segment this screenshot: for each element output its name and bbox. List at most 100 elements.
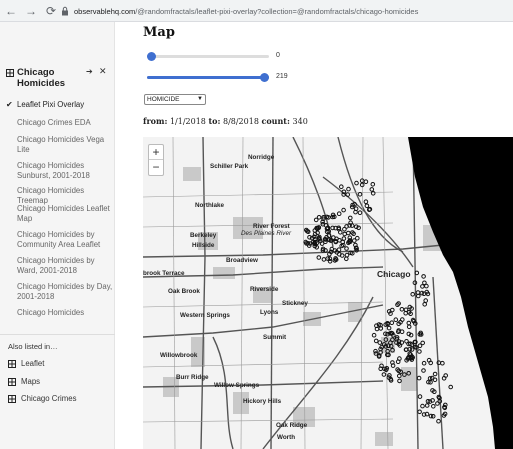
homicide-marker: [416, 375, 422, 381]
sidebar-item-vega-lite[interactable]: Chicago Homicides Vega Lite: [17, 135, 113, 155]
start-day-slider[interactable]: [147, 51, 269, 61]
chevron-down-icon: ▼: [197, 96, 203, 102]
stats-line: from: 1/1/2018 to: 8/8/2018 count: 340: [143, 116, 308, 126]
reload-icon[interactable]: ⟳: [42, 2, 60, 20]
map-label: Northlake: [195, 202, 225, 209]
sidebar-item-crimes-eda[interactable]: Chicago Crimes EDA: [17, 118, 113, 128]
homicide-marker: [363, 199, 369, 204]
map-label: brook Terrace: [143, 270, 185, 277]
homicide-marker: [346, 186, 351, 192]
map-label: Willowbrook: [160, 352, 198, 359]
url-host: observablehq.com: [74, 6, 136, 16]
zoom-control: + −: [148, 144, 164, 176]
zoom-in-button[interactable]: +: [149, 145, 163, 160]
homicide-marker: [341, 236, 347, 241]
collection-grid-icon: [8, 359, 16, 368]
homicide-marker: [417, 394, 423, 399]
collection-label: Maps: [21, 377, 41, 386]
homicide-marker: [359, 182, 365, 188]
to-value: 8/8/2018: [222, 117, 259, 126]
slider-thumb[interactable]: [260, 73, 269, 82]
forward-icon[interactable]: →: [22, 2, 40, 20]
sidebar-item-leaflet-pixi-overlay[interactable]: ✔ Leaflet Pixi Overlay: [6, 100, 113, 110]
homicide-marker: [431, 404, 436, 409]
sidebar-item-chicago-homicides[interactable]: Chicago Homicides: [17, 308, 113, 318]
collection-link-chicago-crimes[interactable]: Chicago Crimes: [8, 394, 76, 403]
sidebar-item-by-ward[interactable]: Chicago Homicides by Ward, 2001-2018: [17, 256, 113, 276]
homicide-marker: [393, 317, 399, 322]
map-label: Norridge: [248, 154, 275, 161]
map-label: Broadview: [226, 257, 258, 264]
sidebar-divider: [0, 334, 115, 335]
homicide-marker: [399, 329, 405, 334]
homicide-marker: [336, 247, 342, 252]
sidebar-item-community-area[interactable]: Chicago Homicides by Community Area Leaf…: [17, 230, 113, 250]
homicide-marker: [436, 418, 441, 424]
close-icon[interactable]: ✕: [99, 66, 107, 77]
count-value: 340: [292, 117, 308, 126]
homicide-marker: [373, 348, 378, 354]
homicide-marker: [420, 403, 425, 409]
homicide-marker: [348, 215, 353, 221]
homicide-marker: [432, 371, 438, 377]
map-label: Schiller Park: [210, 163, 249, 170]
homicide-marker: [354, 180, 359, 186]
homicide-marker: [423, 298, 429, 303]
homicide-marker: [417, 349, 422, 354]
collection-label: Leaflet: [21, 359, 45, 368]
sidebar-item-label: Chicago Homicides Sunburst, 2001-2018: [17, 161, 90, 180]
homicide-marker: [338, 230, 343, 235]
homicide-marker: [357, 210, 363, 215]
map-label: Oak Brook: [168, 288, 200, 295]
homicide-marker: [396, 373, 402, 379]
homicide-marker: [406, 320, 412, 326]
homicide-marker: [448, 384, 454, 390]
sidebar-item-by-day[interactable]: Chicago Homicides by Day, 2001-2018: [17, 282, 113, 302]
homicide-marker: [424, 403, 430, 408]
from-label: from:: [143, 116, 168, 126]
from-value: 1/1/2018: [169, 117, 206, 126]
homicide-marker: [370, 191, 376, 196]
map-label: Riverside: [250, 286, 279, 293]
select-value: HOMICIDE: [147, 96, 180, 103]
browser-toolbar: ← → ⟳ observablehq.com/@randomfractals/l…: [0, 0, 513, 22]
map-label: Hillside: [192, 242, 215, 249]
homicide-marker: [421, 274, 426, 279]
homicide-marker: [346, 230, 351, 236]
homicide-marker: [352, 238, 357, 243]
homicide-marker: [421, 368, 426, 373]
leaflet-map[interactable]: + − Norridge Schiller Park Northlake Riv…: [143, 137, 513, 449]
homicide-marker: [313, 217, 319, 223]
count-label: count:: [261, 116, 290, 126]
sidebar-item-label: Chicago Crimes EDA: [17, 118, 91, 127]
collection-link-leaflet[interactable]: Leaflet: [8, 359, 44, 368]
collection-link-maps[interactable]: Maps: [8, 377, 40, 386]
homicide-marker: [389, 320, 395, 325]
sidebar-item-label: Chicago Homicides: [17, 308, 85, 317]
slider-thumb[interactable]: [147, 52, 156, 61]
back-icon[interactable]: ←: [2, 2, 20, 20]
end-day-value: 219: [276, 73, 288, 80]
crime-type-select[interactable]: HOMICIDE ▼: [144, 94, 206, 105]
homicide-marker: [399, 307, 405, 312]
sidebar-item-treemap[interactable]: Chicago Homicides Treemap: [17, 186, 113, 206]
homicide-marker: [344, 256, 349, 262]
map-label: Oak Ridge: [276, 422, 308, 429]
homicide-marker: [390, 307, 395, 313]
sidebar-item-label: Chicago Homicides Leaflet Map: [17, 204, 110, 223]
end-day-slider[interactable]: [147, 72, 269, 82]
sidebar-item-leaflet-map[interactable]: Chicago Homicides Leaflet Map: [17, 204, 113, 224]
url-path: /@randomfractals/leaflet-pixi-overlay?co…: [135, 6, 419, 16]
homicide-marker: [370, 182, 376, 187]
zoom-out-button[interactable]: −: [149, 160, 163, 175]
pin-sidebar-icon[interactable]: ➔: [86, 67, 93, 76]
address-bar[interactable]: observablehq.com/@randomfractals/leaflet…: [60, 3, 513, 19]
map-label: Berkeley: [190, 232, 217, 239]
slider-track: [147, 55, 269, 58]
map-label: Lyons: [260, 309, 279, 316]
sidebar-item-label: Chicago Homicides Vega Lite: [17, 135, 105, 154]
sidebar-item-sunburst[interactable]: Chicago Homicides Sunburst, 2001-2018: [17, 161, 113, 181]
homicide-marker: [369, 187, 375, 192]
homicide-marker: [440, 360, 445, 366]
homicide-marker: [420, 284, 425, 289]
